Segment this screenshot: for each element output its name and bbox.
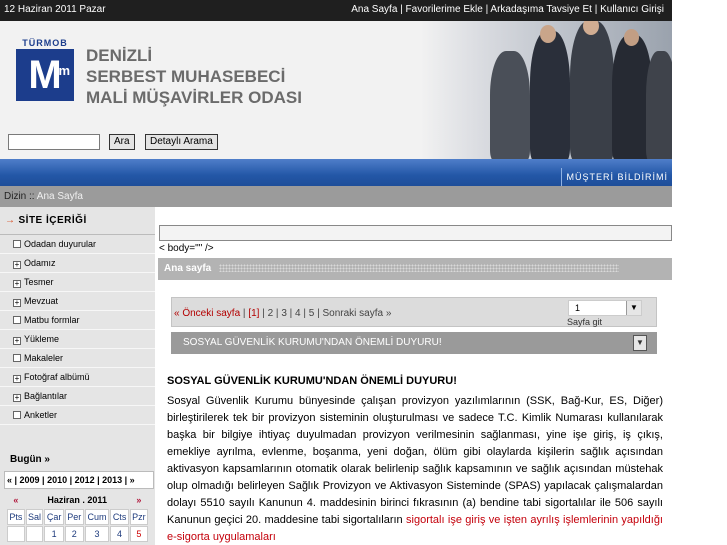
- sidebar-menu: Odadan duyurular + Odamız + Tesmer + Mevzua…: [0, 235, 155, 425]
- sidebar-item-matbu-formlar[interactable]: Matbu formlar: [0, 311, 155, 330]
- header-photo: [420, 21, 672, 159]
- chevron-down-icon[interactable]: ▼: [626, 301, 641, 315]
- pagination-links: « Önceki sayfa | [1] | 2 | 3 | 4 | 5 | S…: [174, 308, 392, 319]
- page-link[interactable]: 4: [295, 308, 301, 319]
- sidebar-item-odadan-duyurular[interactable]: Odadan duyurular: [0, 235, 155, 254]
- dotted-rule: [219, 264, 620, 273]
- org-name-line: SERBEST MUHASEBECİ: [86, 67, 286, 86]
- sidebar: → SİTE İÇERİĞİ Odadan duyurular + Odamız +…: [0, 207, 155, 545]
- add-favorites-link[interactable]: Favorilerime Ekle: [406, 4, 483, 15]
- nav-bar: MÜŞTERİ BİLDİRİMİ: [0, 159, 672, 186]
- sidebar-item-baglantilar[interactable]: + Bağlantılar: [0, 387, 155, 406]
- recommend-friend-link[interactable]: Arkadaşıma Tavsiye Et: [490, 4, 592, 15]
- expand-plus-icon: +: [13, 298, 21, 307]
- collapse-box-icon: [13, 354, 21, 362]
- day-name: Cum: [84, 509, 110, 525]
- article-select[interactable]: SOSYAL GÜVENLİK KURUMU'NDAN ÖNEMLİ DUYUR…: [171, 332, 657, 354]
- expand-plus-icon: +: [13, 374, 21, 383]
- organization-name: DENİZLİ SERBEST MUHASEBECİ MALİ MÜŞAVİRL…: [86, 45, 302, 108]
- day-name: Per: [64, 509, 84, 525]
- page-link[interactable]: 3: [281, 308, 287, 319]
- expand-plus-icon: +: [13, 393, 21, 402]
- sidebar-title: → SİTE İÇERİĞİ: [0, 207, 155, 235]
- next-page-link[interactable]: Sonraki sayfa »: [322, 308, 391, 319]
- arrow-right-icon: →: [5, 215, 16, 226]
- sidebar-item-yukleme[interactable]: + Yükleme: [0, 330, 155, 349]
- stray-markup-text: < body="" />: [159, 243, 214, 254]
- expand-plus-icon: +: [13, 260, 21, 269]
- page-link[interactable]: 2: [268, 308, 274, 319]
- article-body: Sosyal Güvenlik Kurumu bünyesinde çalışa…: [167, 395, 663, 543]
- top-bar: 12 Haziran 2011 Pazar Ana Sayfa | Favori…: [0, 0, 672, 21]
- day-name: Cts: [110, 509, 129, 525]
- pagination: « Önceki sayfa | [1] | 2 | 3 | 4 | 5 | S…: [171, 297, 657, 327]
- day-name: Sal: [25, 509, 44, 525]
- logo-mark: Mm: [16, 49, 74, 101]
- section-title: Ana sayfa: [158, 258, 672, 280]
- org-name-line: DENİZLİ: [86, 46, 153, 65]
- right-margin: [672, 0, 727, 545]
- current-date: 12 Haziran 2011 Pazar: [4, 4, 106, 15]
- search-button[interactable]: Ara: [109, 134, 135, 150]
- turmob-logo[interactable]: TÜRMOB Mm: [16, 38, 74, 101]
- page-go-label[interactable]: Sayfa git: [567, 317, 602, 327]
- calendar: « Haziran . 2011 » Pts Sal Çar Per Cum C…: [6, 491, 149, 543]
- calendar-day: [25, 526, 44, 542]
- today-link[interactable]: Bugün »: [0, 451, 155, 469]
- day-name: Pts: [7, 509, 25, 525]
- sidebar-item-fotograf-albumu[interactable]: + Fotoğraf albümü: [0, 368, 155, 387]
- sidebar-item-odamiz[interactable]: + Odamız: [0, 254, 155, 273]
- day-name: Pzr: [129, 509, 148, 525]
- collapse-box-icon: [13, 316, 21, 324]
- calendar-day[interactable]: 3: [84, 526, 110, 542]
- expand-plus-icon: +: [13, 279, 21, 288]
- breadcrumb-label: Dizin ::: [4, 191, 35, 202]
- calendar-day: [7, 526, 25, 542]
- org-name-line: MALİ MÜŞAVİRLER ODASI: [86, 88, 302, 107]
- collapse-box-icon: [13, 240, 21, 248]
- sidebar-item-anketler[interactable]: Anketler: [0, 406, 155, 425]
- calendar-month: Haziran . 2011: [47, 495, 107, 505]
- breadcrumb-current[interactable]: Ana Sayfa: [37, 191, 83, 202]
- top-links: Ana Sayfa | Favorilerime Ekle | Arkadaşı…: [351, 4, 664, 15]
- expand-plus-icon: +: [13, 336, 21, 345]
- collapse-box-icon: [13, 411, 21, 419]
- search-input[interactable]: [8, 134, 100, 150]
- current-page: [1]: [248, 308, 260, 319]
- calendar-day[interactable]: 2: [64, 526, 84, 542]
- user-login-link[interactable]: Kullanıcı Girişi: [600, 4, 664, 15]
- detailed-search-button[interactable]: Detaylı Arama: [145, 134, 218, 150]
- calendar-day[interactable]: 1: [44, 526, 64, 542]
- calendar-day[interactable]: 4: [110, 526, 129, 542]
- main-content: < body="" /> Ana sayfa « Önceki sayfa | …: [158, 207, 672, 545]
- home-link[interactable]: Ana Sayfa: [351, 4, 397, 15]
- customer-notice-link[interactable]: MÜŞTERİ BİLDİRİMİ: [561, 168, 672, 186]
- content-top-bar: [159, 225, 672, 241]
- article-title: SOSYAL GÜVENLİK KURUMU'NDAN ÖNEMLİ DUYUR…: [167, 375, 457, 387]
- page-link[interactable]: 5: [309, 308, 315, 319]
- sidebar-item-mevzuat[interactable]: + Mevzuat: [0, 292, 155, 311]
- breadcrumb: Dizin :: Ana Sayfa: [0, 186, 672, 207]
- prev-page-link[interactable]: « Önceki sayfa: [174, 308, 240, 319]
- prev-month-button[interactable]: «: [7, 492, 25, 508]
- day-name: Çar: [44, 509, 64, 525]
- sidebar-item-makaleler[interactable]: Makaleler: [0, 349, 155, 368]
- chevron-down-icon[interactable]: ▼: [633, 335, 647, 351]
- sidebar-item-tesmer[interactable]: + Tesmer: [0, 273, 155, 292]
- calendar-day[interactable]: 5: [129, 526, 148, 542]
- site-header: TÜRMOB Mm DENİZLİ SERBEST MUHASEBECİ MAL…: [0, 21, 672, 159]
- page-select[interactable]: 1 ▼: [568, 300, 642, 316]
- year-selector[interactable]: « | 2009 | 2010 | 2012 | 2013 | »: [4, 471, 154, 489]
- next-month-button[interactable]: »: [130, 492, 148, 508]
